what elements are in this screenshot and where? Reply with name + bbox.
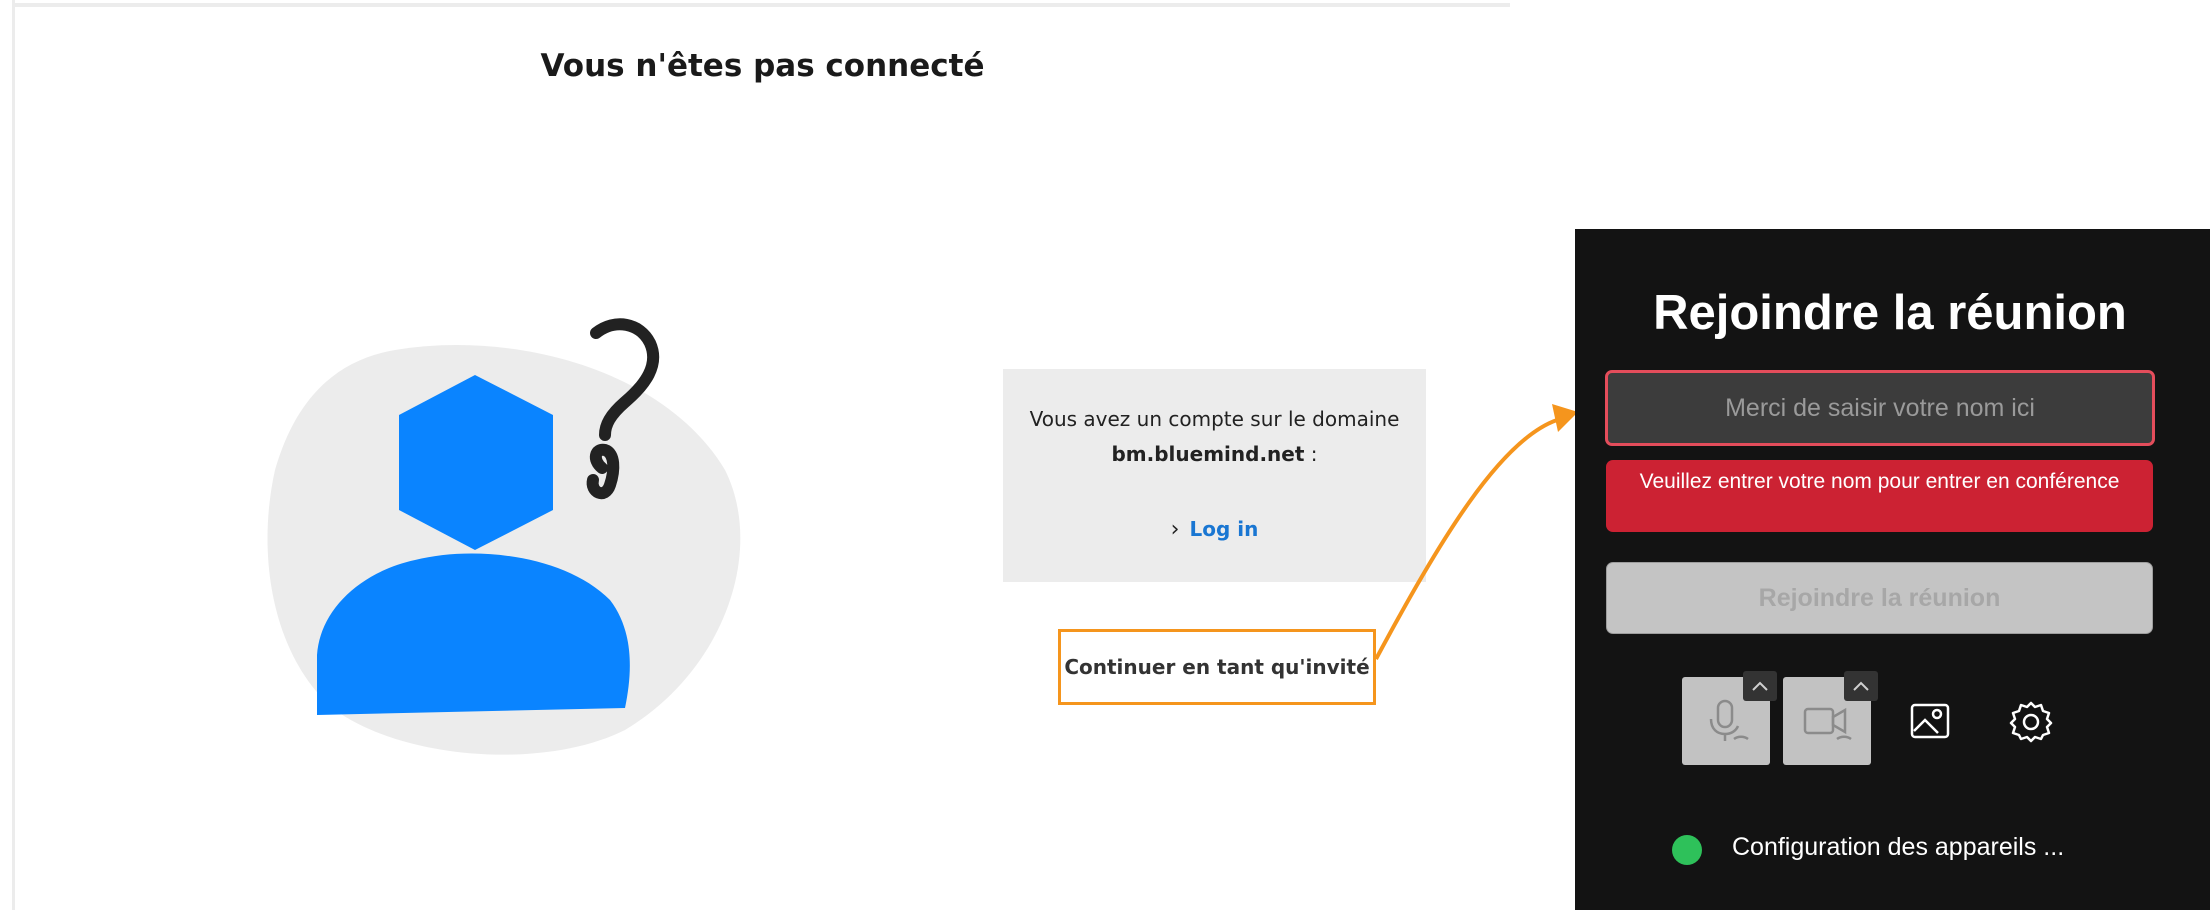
login-link[interactable]: › Log in: [1003, 517, 1426, 542]
background-button[interactable]: [1902, 693, 1958, 749]
chevron-right-icon: ›: [1170, 517, 1180, 542]
gear-icon: [2009, 701, 2053, 743]
join-meeting-panel: Rejoindre la réunion Veuillez entrer vot…: [1575, 229, 2210, 910]
domain-name: bm.bluemind.net: [1111, 442, 1305, 466]
settings-button[interactable]: [2003, 693, 2059, 749]
microphone-options-button[interactable]: [1743, 671, 1777, 701]
login-card: Vous avez un compte sur le domaine bm.bl…: [1003, 369, 1426, 582]
camera-options-button[interactable]: [1844, 671, 1878, 701]
account-text: Vous avez un compte sur le domaine: [1029, 407, 1400, 431]
frame-edge: [12, 0, 15, 910]
join-meeting-button[interactable]: Rejoindre la réunion: [1606, 562, 2153, 634]
login-label: Log in: [1189, 517, 1259, 541]
microphone-icon: [1709, 699, 1749, 741]
name-error-message: Veuillez entrer votre nom pour entrer en…: [1606, 460, 2153, 532]
not-connected-illustration: [267, 318, 741, 755]
caret-up-icon: [1752, 681, 1768, 691]
caret-up-icon: [1853, 681, 1869, 691]
join-meeting-title: Rejoindre la réunion: [1653, 286, 2127, 340]
camera-icon: [1803, 707, 1852, 741]
image-icon: [1910, 703, 1950, 739]
display-name-input[interactable]: [1605, 370, 2155, 446]
domain-suffix: :: [1304, 442, 1318, 466]
guest-label: Continuer en tant qu'invité: [1064, 655, 1370, 679]
guest-login-page: Vous n'êtes pas connecté Vous avez un co…: [0, 0, 1510, 910]
page-title: Vous n'êtes pas connecté: [540, 48, 985, 84]
device-status-text: Configuration des appareils ...: [1732, 833, 2065, 861]
frame-edge: [12, 3, 1510, 7]
device-status-indicator: [1672, 835, 1702, 865]
domain-line: bm.bluemind.net :: [1003, 442, 1426, 466]
continue-as-guest-button[interactable]: Continuer en tant qu'invité: [1058, 629, 1376, 705]
